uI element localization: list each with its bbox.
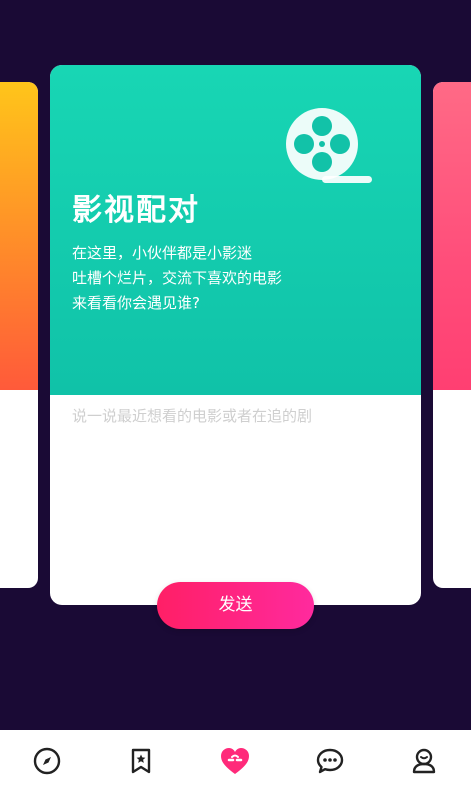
bottom-nav [0,730,471,791]
send-button[interactable]: 发送 [157,582,314,629]
movie-match-card: 影视配对 在这里，小伙伴都是小影迷 吐槽个烂片，交流下喜欢的电影 来看看你会遇见… [50,65,421,605]
description-line: 在这里，小伙伴都是小影迷 [72,244,253,262]
description-line: 来看看你会遇见谁? [72,294,200,312]
previous-card-header [0,82,38,390]
nav-match[interactable] [215,741,255,781]
compass-icon [33,747,61,774]
description-line: 吐槽个烂片，交流下喜欢的电影 [72,269,283,287]
bookmark-star-icon [132,748,151,773]
previous-card[interactable] [0,82,38,588]
nav-discover[interactable] [27,741,67,781]
message-input[interactable]: 说一说最近想看的电影或者在追的剧 [72,405,312,426]
match-screen: 影视配对 在这里，小伙伴都是小影迷 吐槽个烂片，交流下喜欢的电影 来看看你会遇见… [0,0,471,730]
nav-profile[interactable] [404,741,444,781]
film-reel-icon [286,108,372,183]
nav-favorites[interactable] [121,741,161,781]
card-hero: 影视配对 在这里，小伙伴都是小影迷 吐槽个烂片，交流下喜欢的电影 来看看你会遇见… [50,65,421,395]
card-description: 在这里，小伙伴都是小影迷 吐槽个烂片，交流下喜欢的电影 来看看你会遇见谁? [72,241,372,316]
nav-messages[interactable] [310,741,350,781]
next-card-header [433,82,471,390]
profile-icon [412,748,436,773]
heart-link-icon [221,747,250,774]
chat-bubble-icon [316,748,343,773]
card-title: 影视配对 [72,193,200,228]
next-card[interactable] [433,82,471,588]
